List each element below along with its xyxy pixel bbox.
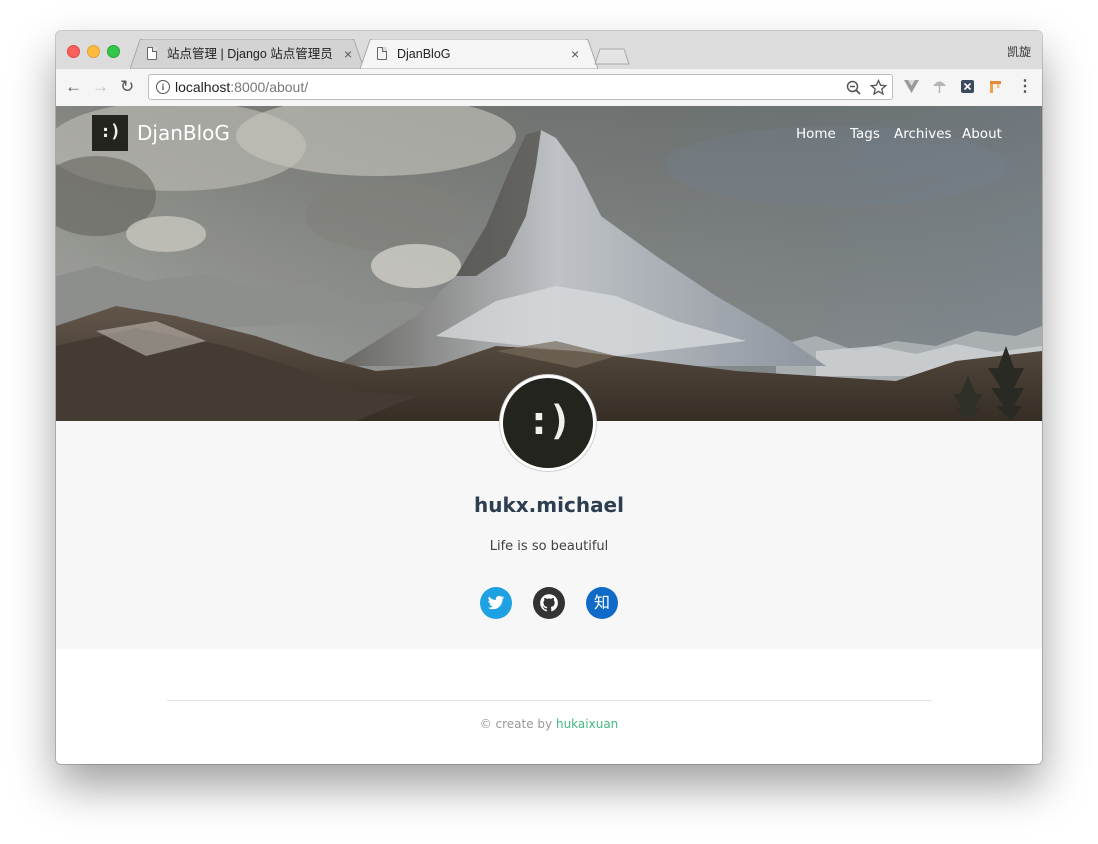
back-arrow-icon[interactable]: ← (65, 78, 82, 96)
tab-title: DjanBloG (397, 47, 451, 61)
nav-archives-link[interactable]: Archives (894, 126, 952, 142)
url-path: :8000/about/ (230, 79, 309, 95)
footer-credit: © create by (479, 717, 556, 731)
hero-banner (56, 106, 1042, 421)
info-icon[interactable]: i (156, 80, 170, 94)
extension-umbrella-icon[interactable] (932, 79, 947, 94)
mountain-background-image (56, 106, 1042, 421)
zoom-icon[interactable] (846, 80, 862, 96)
url-host: localhost (175, 79, 231, 95)
browser-window: 站点管理 | Django 站点管理员 × DjanBloG × 凯旋 ← → … (56, 31, 1042, 764)
vue-devtools-icon[interactable] (904, 79, 919, 94)
nav-about-link[interactable]: About (962, 126, 1002, 142)
extension-tool-icon[interactable] (988, 79, 1003, 94)
twitter-icon[interactable] (480, 587, 512, 619)
page-icon (377, 47, 387, 60)
footer-divider (167, 700, 932, 701)
profile-bio: Life is so beautiful (489, 539, 609, 554)
new-tab-button[interactable] (594, 48, 630, 65)
nav-tags-link[interactable]: Tags (850, 126, 880, 142)
tab-title: 站点管理 | Django 站点管理员 (167, 47, 332, 61)
bookmark-star-icon[interactable] (870, 79, 887, 96)
minimize-window-button[interactable] (87, 45, 100, 58)
nav-home-link[interactable]: Home (796, 126, 836, 142)
close-tab-icon[interactable]: × (344, 39, 352, 69)
reload-icon[interactable]: ↻ (120, 78, 134, 96)
profile-name[interactable]: 凯旋 (1007, 43, 1031, 60)
github-icon[interactable] (533, 587, 565, 619)
footer-author-link[interactable]: hukaixuan (556, 717, 618, 731)
url-text[interactable]: localhost:8000/about/ (175, 79, 308, 95)
maximize-window-button[interactable] (107, 45, 120, 58)
page-icon (147, 47, 157, 60)
address-bar[interactable]: i localhost:8000/about/ (148, 74, 893, 100)
browser-toolbar: ← → ↻ i localhost:8000/about/ ⋮ (56, 69, 1042, 107)
forward-arrow-icon[interactable]: → (92, 78, 109, 96)
profile-username: hukx.michael (474, 493, 624, 517)
site-logo[interactable]: :) (92, 115, 128, 151)
menu-dots-icon[interactable]: ⋮ (1017, 78, 1033, 96)
footer: © create by hukaixuan (56, 717, 1042, 731)
close-tab-icon[interactable]: × (571, 39, 579, 69)
avatar: :) (500, 375, 596, 471)
tab-djanblog[interactable]: DjanBloG × (360, 39, 598, 69)
tab-django-admin[interactable]: 站点管理 | Django 站点管理员 × (130, 39, 364, 69)
site-brand[interactable]: DjanBloG (137, 121, 230, 145)
extension-x-icon[interactable] (960, 79, 975, 94)
zhihu-icon[interactable]: 知 (586, 587, 618, 619)
close-window-button[interactable] (67, 45, 80, 58)
tab-strip: 站点管理 | Django 站点管理员 × DjanBloG × 凯旋 (56, 31, 1042, 70)
